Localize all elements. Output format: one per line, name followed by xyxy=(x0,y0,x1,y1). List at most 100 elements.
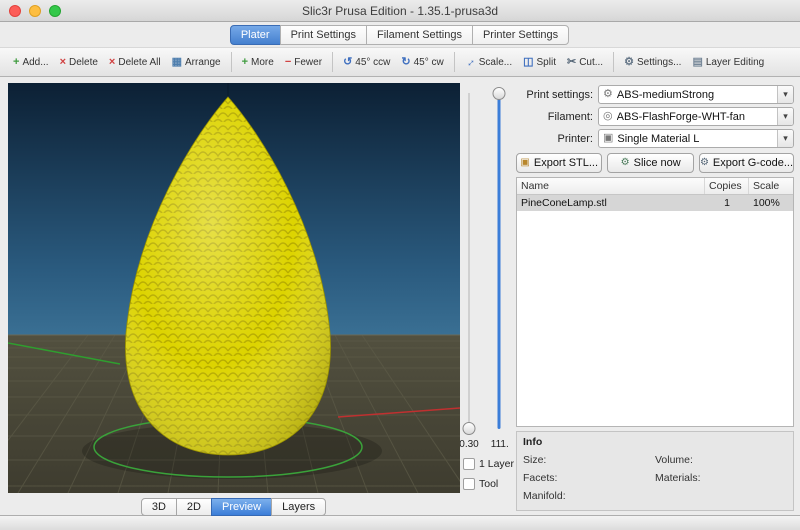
info-panel: Info Size: Volume: Facets: Materials: Ma… xyxy=(516,431,794,511)
split-icon: ◫ xyxy=(523,57,533,68)
add-icon: + xyxy=(13,57,19,68)
info-panel-title: Info xyxy=(523,436,787,448)
object-name-cell: PineConeLamp.stl xyxy=(517,195,705,211)
export-stl-icon: ▣ xyxy=(520,158,529,168)
toolbar-delete-label: Delete xyxy=(69,57,98,68)
view-button-2d[interactable]: 2D xyxy=(176,498,212,516)
delete-icon: × xyxy=(60,57,66,68)
toolbar-arrange-label: Arrange xyxy=(185,57,221,68)
toolbar-fewer-label: Fewer xyxy=(294,57,322,68)
tab-printer-settings[interactable]: Printer Settings xyxy=(472,25,569,45)
toolbar-rotate-cw-button[interactable]: ↻ 45° cw xyxy=(396,54,448,71)
toolbar-arrange-button[interactable]: ▦ Arrange xyxy=(167,54,226,71)
print-settings-label: Print settings: xyxy=(516,89,598,101)
layer-slider-panel: 0.30 111. 1 Layer Tool xyxy=(460,83,508,515)
filament-dropdown-button[interactable]: ▾ xyxy=(777,108,793,125)
column-header-scale[interactable]: Scale xyxy=(749,178,793,194)
printer-dropdown-button[interactable]: ▾ xyxy=(777,130,793,147)
toolbar: + Add... × Delete × Delete All ▦ Arrange… xyxy=(0,47,800,77)
slider-max-handle[interactable] xyxy=(493,87,506,100)
toolbar-fewer-button[interactable]: − Fewer xyxy=(280,54,327,71)
view-button-3d[interactable]: 3D xyxy=(141,498,177,516)
toolbar-delete-button[interactable]: × Delete xyxy=(55,54,103,71)
filament-icon: ◎ xyxy=(603,111,613,122)
slice-now-button[interactable]: ⚙ Slice now xyxy=(607,153,693,173)
print-settings-combobox[interactable]: ⚙ ABS-mediumStrong ▾ xyxy=(598,85,794,104)
filament-value: ABS-FlashForge-WHT-fan xyxy=(617,111,777,123)
chevron-down-icon: ▾ xyxy=(783,89,788,100)
export-stl-button[interactable]: ▣ Export STL... xyxy=(516,153,602,173)
settings-panel: Print settings: ⚙ ABS-mediumStrong ▾ Fil… xyxy=(508,83,794,515)
column-header-copies[interactable]: Copies xyxy=(705,178,749,194)
info-facets-label: Facets: xyxy=(523,472,575,484)
titlebar: Slic3r Prusa Edition - 1.35.1-prusa3d xyxy=(0,0,800,22)
slider-min-track xyxy=(469,93,470,429)
toolbar-delete-all-button[interactable]: × Delete All xyxy=(104,54,166,71)
toolbar-split-button[interactable]: ◫ Split xyxy=(518,54,561,71)
info-manifold-label: Manifold: xyxy=(523,490,575,502)
tab-bar: Plater Print Settings Filament Settings … xyxy=(0,22,800,47)
toolbar-settings-button[interactable]: ⚙ Settings... xyxy=(619,54,686,71)
toolbar-separator xyxy=(454,52,455,72)
layer-slider-min[interactable] xyxy=(462,87,476,435)
toolbar-more-label: More xyxy=(251,57,274,68)
tab-print-settings[interactable]: Print Settings xyxy=(280,25,367,45)
export-gcode-label: Export G-code... xyxy=(713,157,793,169)
object-scale-cell: 100% xyxy=(749,195,793,211)
column-header-name[interactable]: Name xyxy=(517,178,705,194)
toolbar-delete-all-label: Delete All xyxy=(118,57,160,68)
toolbar-separator xyxy=(231,52,232,72)
viewport-3d[interactable] xyxy=(8,83,460,493)
cut-icon: ✂ xyxy=(567,57,576,68)
fewer-icon: − xyxy=(285,57,291,68)
toolbar-rotate-cw-label: 45° cw xyxy=(414,57,444,68)
chevron-down-icon: ▾ xyxy=(783,111,788,122)
print-settings-icon: ⚙ xyxy=(603,89,613,100)
print-settings-dropdown-button[interactable]: ▾ xyxy=(777,86,793,103)
printer-combobox[interactable]: ▣ Single Material L ▾ xyxy=(598,129,794,148)
3d-scene xyxy=(8,83,460,493)
slider-min-handle[interactable] xyxy=(463,422,476,435)
toolbar-rotate-ccw-label: 45° ccw xyxy=(355,57,390,68)
toolbar-cut-label: Cut... xyxy=(579,57,603,68)
slider-max-value: 111. xyxy=(491,439,509,450)
tab-filament-settings[interactable]: Filament Settings xyxy=(366,25,473,45)
print-settings-row: Print settings: ⚙ ABS-mediumStrong ▾ xyxy=(516,85,794,104)
toolbar-layer-editing-label: Layer Editing xyxy=(706,57,764,68)
info-size-label: Size: xyxy=(523,454,575,466)
export-stl-label: Export STL... xyxy=(534,157,598,169)
toolbar-settings-label: Settings... xyxy=(637,57,681,68)
view-mode-switcher: 3D 2D Preview Layers xyxy=(8,498,460,516)
printer-icon: ▣ xyxy=(603,133,613,144)
print-settings-value: ABS-mediumStrong xyxy=(617,89,777,101)
filament-label: Filament: xyxy=(516,111,598,123)
tool-checkbox[interactable] xyxy=(463,478,475,490)
layer-editing-icon: ▤ xyxy=(692,57,702,68)
main-area: 3D 2D Preview Layers 0.30 111. 1 Layer xyxy=(0,77,800,515)
toolbar-layer-editing-button[interactable]: ▤ Layer Editing xyxy=(687,54,769,71)
minimize-button[interactable] xyxy=(29,5,41,17)
filament-combobox[interactable]: ◎ ABS-FlashForge-WHT-fan ▾ xyxy=(598,107,794,126)
layer-slider-max[interactable] xyxy=(492,87,506,435)
view-button-layers[interactable]: Layers xyxy=(271,498,326,516)
one-layer-checkbox[interactable] xyxy=(463,458,475,470)
status-bar xyxy=(0,515,800,530)
slider-min-value: 0.30 xyxy=(459,439,478,450)
view-button-preview[interactable]: Preview xyxy=(211,498,272,516)
slice-icon: ⚙ xyxy=(621,158,630,168)
printer-label: Printer: xyxy=(516,133,598,145)
one-layer-checkbox-row: 1 Layer xyxy=(460,458,514,470)
scale-icon: ↔ xyxy=(462,54,478,70)
toolbar-add-button[interactable]: + Add... xyxy=(8,54,54,71)
toolbar-cut-button[interactable]: ✂ Cut... xyxy=(562,54,608,71)
more-icon: + xyxy=(242,57,248,68)
toolbar-rotate-ccw-button[interactable]: ↺ 45° ccw xyxy=(338,54,395,71)
table-row[interactable]: PineConeLamp.stl 1 100% xyxy=(517,195,793,211)
tab-plater[interactable]: Plater xyxy=(230,25,281,45)
toolbar-more-button[interactable]: + More xyxy=(237,54,279,71)
export-gcode-button[interactable]: ⚙ Export G-code... xyxy=(699,153,794,173)
toolbar-scale-button[interactable]: ↔ Scale... xyxy=(460,54,517,71)
close-button[interactable] xyxy=(9,5,21,17)
zoom-button[interactable] xyxy=(49,5,61,17)
chevron-down-icon: ▾ xyxy=(783,133,788,144)
